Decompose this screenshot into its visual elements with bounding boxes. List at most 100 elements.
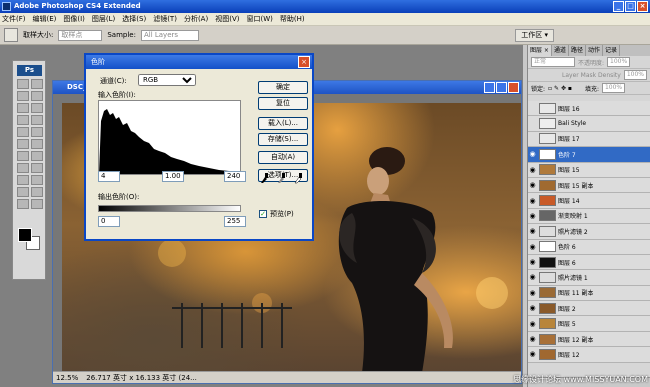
dialog-close-button[interactable]: × bbox=[298, 56, 310, 68]
mask-density-field[interactable]: 100% bbox=[623, 70, 647, 80]
magic-wand-tool-icon[interactable] bbox=[31, 91, 43, 101]
visibility-eye-icon[interactable]: ◉ bbox=[528, 243, 537, 251]
black-eyedropper-icon[interactable] bbox=[260, 172, 270, 184]
gray-eyedropper-icon[interactable] bbox=[277, 172, 287, 184]
crop-tool-icon[interactable] bbox=[17, 103, 29, 113]
layer-row[interactable]: ◉ 照片滤镜 1 bbox=[528, 270, 650, 286]
layer-row[interactable]: 图层 16 bbox=[528, 101, 650, 117]
tab-actions[interactable]: 动作 bbox=[586, 45, 603, 56]
save-button[interactable]: 存储(S)... bbox=[258, 133, 308, 146]
layer-row[interactable]: ◉ 图层 12 bbox=[528, 347, 650, 363]
menu-view[interactable]: 视图(V) bbox=[215, 14, 239, 24]
reset-button[interactable]: 复位 bbox=[258, 97, 308, 110]
dialog-title[interactable]: 色阶 bbox=[86, 55, 312, 69]
menu-help[interactable]: 帮助(H) bbox=[280, 14, 305, 24]
blur-tool-icon[interactable] bbox=[17, 151, 29, 161]
layer-row[interactable]: ◉ 色阶 7 bbox=[528, 147, 650, 163]
sample-layers-select[interactable]: All Layers bbox=[140, 29, 199, 41]
channel-select[interactable]: RGB bbox=[138, 74, 196, 86]
lock-icons[interactable]: ▫ ✎ ✥ ▪ bbox=[548, 85, 572, 92]
lasso-tool-icon[interactable] bbox=[17, 91, 29, 101]
blend-mode-select[interactable]: 正常 bbox=[531, 57, 575, 67]
sample-size-select[interactable]: 取样点 bbox=[58, 29, 103, 41]
visibility-eye-icon[interactable]: ◉ bbox=[528, 166, 537, 174]
visibility-eye-icon[interactable]: ◉ bbox=[528, 320, 537, 328]
marquee-tool-icon[interactable] bbox=[31, 79, 43, 89]
visibility-eye-icon[interactable]: ◉ bbox=[528, 197, 537, 205]
visibility-eye-icon[interactable]: ◉ bbox=[528, 181, 537, 189]
menu-analysis[interactable]: 分析(A) bbox=[184, 14, 208, 24]
layer-row[interactable]: ◉ 图层 11 副本 bbox=[528, 285, 650, 302]
layer-row[interactable]: ◉ 照片滤镜 2 bbox=[528, 224, 650, 240]
fill-field[interactable]: 100% bbox=[601, 83, 626, 93]
menu-select[interactable]: 选择(S) bbox=[122, 14, 146, 24]
move-tool-icon[interactable] bbox=[17, 79, 29, 89]
layer-row[interactable]: ◉ 图层 12 副本 bbox=[528, 331, 650, 348]
slice-tool-icon[interactable] bbox=[31, 103, 43, 113]
ok-button[interactable]: 确定 bbox=[258, 81, 308, 94]
doc-minimize-button[interactable] bbox=[484, 82, 495, 93]
load-button[interactable]: 载入(L)... bbox=[258, 117, 308, 130]
brush-tool-icon[interactable] bbox=[31, 115, 43, 125]
layer-row[interactable]: ◉ 图层 2 bbox=[528, 301, 650, 317]
eyedropper-tool-icon[interactable] bbox=[4, 28, 18, 42]
doc-maximize-button[interactable] bbox=[496, 82, 507, 93]
menu-edit[interactable]: 编辑(E) bbox=[33, 14, 57, 24]
opacity-field[interactable]: 100% bbox=[607, 57, 631, 67]
zoom-tool-icon[interactable] bbox=[31, 199, 43, 209]
maximize-button[interactable]: □ bbox=[625, 1, 636, 12]
menu-layer[interactable]: 图层(L) bbox=[92, 14, 115, 24]
shape-tool-icon[interactable] bbox=[31, 175, 43, 185]
history-brush-tool-icon[interactable] bbox=[31, 127, 43, 137]
hand-tool-icon[interactable] bbox=[17, 199, 29, 209]
input-black-field[interactable]: 4 bbox=[98, 171, 120, 182]
visibility-eye-icon[interactable]: ◉ bbox=[528, 350, 537, 358]
preview-checkbox[interactable]: ✓ bbox=[259, 210, 267, 218]
visibility-eye-icon[interactable]: ◉ bbox=[528, 150, 537, 158]
layer-row[interactable]: 图层 17 bbox=[528, 131, 650, 148]
white-eyedropper-icon[interactable] bbox=[294, 172, 304, 184]
visibility-eye-icon[interactable]: ◉ bbox=[528, 273, 537, 281]
close-button[interactable]: × bbox=[637, 1, 648, 12]
visibility-eye-icon[interactable]: ◉ bbox=[528, 258, 537, 266]
preview-checkbox-row[interactable]: ✓ 预览(P) bbox=[259, 209, 294, 219]
layer-row[interactable]: ◉ 渐变映射 1 bbox=[528, 208, 650, 225]
layer-row[interactable]: ◉ 图层 6 bbox=[528, 254, 650, 271]
tab-channels[interactable]: 通道 bbox=[552, 45, 569, 56]
menu-file[interactable]: 文件(F) bbox=[2, 14, 26, 24]
tab-paths[interactable]: 路径 bbox=[569, 45, 586, 56]
zoom-level[interactable]: 12.5% bbox=[56, 374, 78, 382]
healing-tool-icon[interactable] bbox=[17, 115, 29, 125]
tab-layers[interactable]: 图层 × bbox=[528, 45, 552, 56]
menu-window[interactable]: 窗口(W) bbox=[246, 14, 272, 24]
visibility-eye-icon[interactable]: ◉ bbox=[528, 227, 537, 235]
visibility-eye-icon[interactable]: ◉ bbox=[528, 289, 537, 297]
output-white-field[interactable]: 255 bbox=[224, 216, 246, 227]
visibility-eye-icon[interactable]: ◉ bbox=[528, 212, 537, 220]
foreground-color-swatch[interactable] bbox=[18, 228, 32, 242]
menu-image[interactable]: 图像(I) bbox=[63, 14, 85, 24]
eyedropper-icon[interactable] bbox=[31, 187, 43, 197]
output-black-field[interactable]: 0 bbox=[98, 216, 120, 227]
layer-row[interactable]: ◉ 图层 14 bbox=[528, 193, 650, 209]
layer-row[interactable]: ◉ 图层 15 副本 bbox=[528, 177, 650, 194]
layer-row[interactable]: Bali Style bbox=[528, 116, 650, 132]
input-white-field[interactable]: 240 bbox=[224, 171, 246, 182]
layer-row[interactable]: ◉ 图层 15 bbox=[528, 162, 650, 178]
type-tool-icon[interactable] bbox=[31, 163, 43, 173]
workspace-button[interactable]: 工作区 ▾ bbox=[515, 29, 554, 42]
gradient-tool-icon[interactable] bbox=[31, 139, 43, 149]
doc-close-button[interactable] bbox=[508, 82, 519, 93]
3d-tool-icon[interactable] bbox=[17, 187, 29, 197]
stamp-tool-icon[interactable] bbox=[17, 127, 29, 137]
tab-history[interactable]: 记录 bbox=[603, 45, 620, 56]
pen-tool-icon[interactable] bbox=[17, 163, 29, 173]
dodge-tool-icon[interactable] bbox=[31, 151, 43, 161]
visibility-eye-icon[interactable]: ◉ bbox=[528, 304, 537, 312]
path-select-tool-icon[interactable] bbox=[17, 175, 29, 185]
eraser-tool-icon[interactable] bbox=[17, 139, 29, 149]
menu-filter[interactable]: 滤镜(T) bbox=[153, 14, 177, 24]
auto-button[interactable]: 自动(A) bbox=[258, 151, 308, 164]
input-gamma-field[interactable]: 1.00 bbox=[162, 171, 184, 182]
visibility-eye-icon[interactable]: ◉ bbox=[528, 335, 537, 343]
